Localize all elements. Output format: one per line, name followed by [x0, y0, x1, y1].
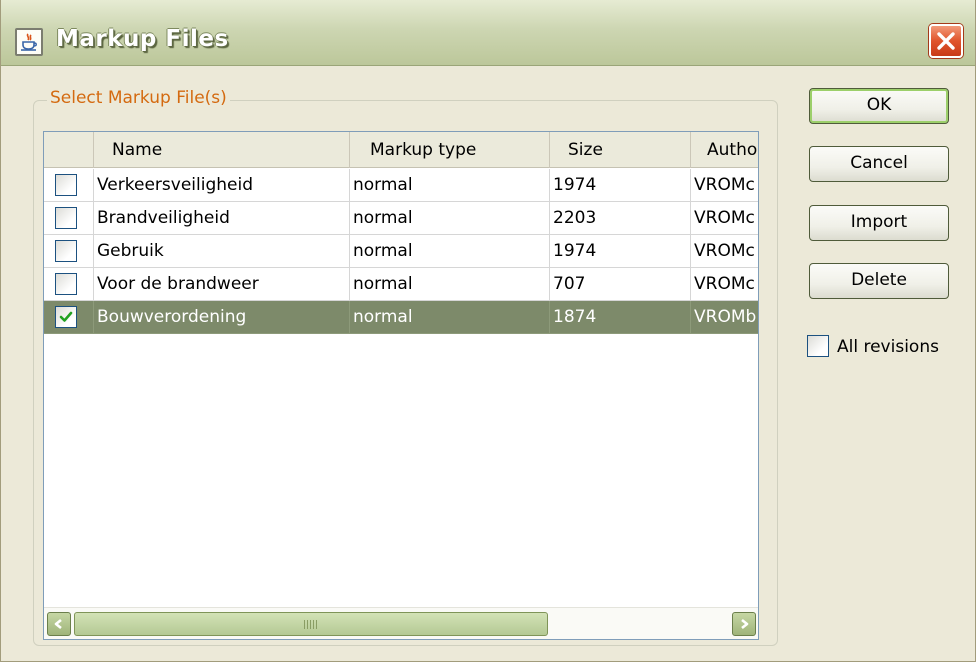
grip-icon [304, 620, 318, 629]
row-check-cell [44, 169, 94, 202]
window-title: Markup Files [56, 26, 229, 52]
table-row[interactable]: Brandveiligheid normal 2203 VROMc [44, 202, 758, 235]
cell-markup-type: normal [350, 301, 550, 334]
cell-size: 1974 [550, 235, 691, 268]
chevron-left-icon [54, 618, 62, 630]
column-header-markup-type[interactable]: Markup type [350, 132, 550, 168]
row-checkbox[interactable] [55, 240, 77, 262]
column-header-check[interactable] [44, 132, 94, 168]
cell-markup-type: normal [350, 169, 550, 202]
table-row-selected[interactable]: Bouwverordening normal 1874 VROMb [44, 301, 758, 334]
row-checkbox[interactable] [55, 207, 77, 229]
cell-name: Brandveiligheid [94, 202, 350, 235]
group-label: Select Markup File(s) [47, 88, 230, 108]
cell-markup-type: normal [350, 235, 550, 268]
cell-markup-type: normal [350, 268, 550, 301]
column-header-name[interactable]: Name [94, 132, 350, 168]
cell-author: VROMb [691, 301, 758, 334]
markup-files-dialog: Markup Files Select Markup File(s) Name … [0, 0, 976, 662]
java-cup-icon [15, 28, 43, 56]
cell-size: 707 [550, 268, 691, 301]
chevron-right-icon [741, 618, 749, 630]
import-button[interactable]: Import [809, 205, 949, 241]
scroll-left-button[interactable] [47, 612, 71, 636]
row-check-cell [44, 235, 94, 268]
close-button[interactable] [929, 24, 963, 58]
markup-files-table[interactable]: Name Markup type Size Autho Verkeersveil… [43, 131, 759, 640]
scroll-right-button[interactable] [732, 612, 756, 636]
cell-author: VROMc [691, 202, 758, 235]
row-check-cell [44, 268, 94, 301]
cell-size: 1974 [550, 169, 691, 202]
horizontal-scrollbar[interactable] [44, 607, 758, 639]
scrollbar-thumb[interactable] [74, 612, 548, 636]
row-checkbox[interactable] [55, 273, 77, 295]
row-check-cell [44, 301, 94, 334]
checkmark-icon [59, 311, 73, 322]
cell-author: VROMc [691, 268, 758, 301]
delete-button[interactable]: Delete [809, 263, 949, 299]
close-icon [937, 32, 955, 50]
all-revisions-checkbox[interactable] [807, 335, 829, 357]
row-checkbox[interactable] [55, 174, 77, 196]
all-revisions-label: All revisions [837, 337, 939, 357]
cell-name: Voor de brandweer [94, 268, 350, 301]
cell-author: VROMc [691, 235, 758, 268]
cell-author: VROMc [691, 169, 758, 202]
cell-markup-type: normal [350, 202, 550, 235]
cell-name: Bouwverordening [94, 301, 350, 334]
row-check-cell [44, 202, 94, 235]
cell-size: 1874 [550, 301, 691, 334]
table-row[interactable]: Verkeersveiligheid normal 1974 VROMc [44, 169, 758, 202]
cell-name: Gebruik [94, 235, 350, 268]
row-checkbox-checked[interactable] [55, 306, 77, 328]
table-row[interactable]: Voor de brandweer normal 707 VROMc [44, 268, 758, 301]
ok-button[interactable]: OK [809, 88, 949, 124]
column-header-size[interactable]: Size [550, 132, 691, 168]
table-row[interactable]: Gebruik normal 1974 VROMc [44, 235, 758, 268]
column-header-author[interactable]: Autho [691, 132, 761, 168]
title-bar[interactable]: Markup Files [1, 0, 975, 66]
cell-size: 2203 [550, 202, 691, 235]
cancel-button[interactable]: Cancel [809, 146, 949, 182]
cell-name: Verkeersveiligheid [94, 169, 350, 202]
table-header: Name Markup type Size Autho [44, 132, 758, 168]
